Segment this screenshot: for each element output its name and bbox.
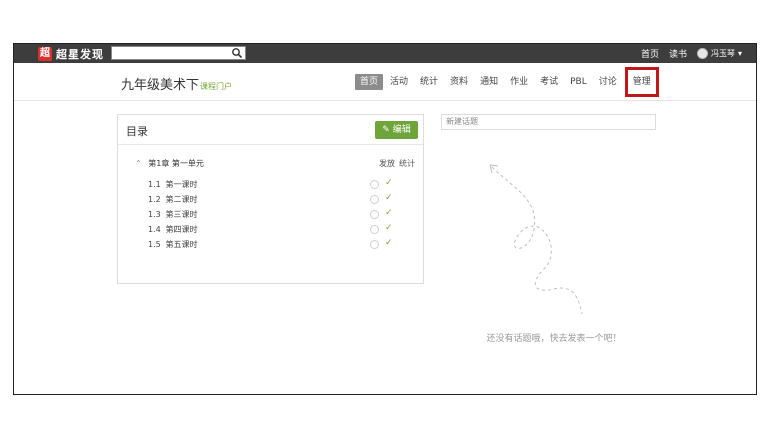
list-item[interactable]: 1.5 第五课时 ✓ bbox=[148, 238, 398, 254]
chevron-up-icon[interactable]: ⌃ bbox=[135, 159, 142, 168]
page-title: 九年级美术下课程门户 bbox=[121, 74, 232, 93]
user-name: 冯玉琴 bbox=[710, 49, 735, 58]
list-item[interactable]: 1.2 第二课时 ✓ bbox=[148, 193, 398, 209]
lesson-number: 1.5 bbox=[148, 240, 161, 249]
tab-materials[interactable]: 资料 bbox=[445, 74, 473, 90]
search-input[interactable] bbox=[111, 46, 246, 60]
avatar bbox=[696, 48, 708, 59]
check-icon: ✓ bbox=[385, 223, 393, 233]
course-title: 九年级美术下 bbox=[121, 78, 200, 93]
empty-state-arrow-icon bbox=[489, 164, 583, 315]
edit-button-label: 编辑 bbox=[392, 125, 411, 135]
tab-statistics[interactable]: 统计 bbox=[415, 74, 443, 90]
list-item[interactable]: 1.3 第三课时 ✓ bbox=[148, 208, 398, 224]
top-navbar: 超 超星发现 首页 读书 冯玉琴 ▾ bbox=[14, 44, 756, 63]
chapter-row[interactable]: ⌃ 第1章 第一单元 bbox=[135, 158, 204, 169]
check-icon: ✓ bbox=[385, 208, 393, 218]
edit-button[interactable]: ✎ 编辑 bbox=[375, 121, 418, 139]
list-item[interactable]: 1.1 第一课时 ✓ bbox=[148, 178, 398, 194]
publish-toggle-icon[interactable] bbox=[370, 240, 379, 249]
publish-toggle-icon[interactable] bbox=[370, 225, 379, 234]
logo-icon: 超 bbox=[38, 46, 52, 61]
course-nav: 首页 活动 统计 资料 通知 作业 考试 PBL 讨论 管理 bbox=[355, 67, 661, 97]
col-publish: 发放 bbox=[379, 159, 395, 168]
publish-toggle-icon[interactable] bbox=[370, 210, 379, 219]
logo[interactable]: 超 超星发现 bbox=[38, 46, 104, 61]
tab-activity[interactable]: 活动 bbox=[385, 74, 413, 90]
lesson-name[interactable]: 第三课时 bbox=[166, 210, 198, 219]
lesson-name[interactable]: 第四课时 bbox=[166, 225, 198, 234]
course-portal-link[interactable]: 课程门户 bbox=[200, 82, 232, 91]
tab-home[interactable]: 首页 bbox=[355, 74, 384, 90]
publish-toggle-icon[interactable] bbox=[370, 180, 379, 189]
catalog-header: 目录 ✎ 编辑 bbox=[118, 115, 423, 145]
lesson-number: 1.4 bbox=[148, 225, 161, 234]
check-icon: ✓ bbox=[385, 178, 393, 188]
catalog-title: 目录 bbox=[126, 125, 148, 138]
top-link-home[interactable]: 首页 bbox=[641, 47, 659, 60]
app-frame: 超 超星发现 首页 读书 冯玉琴 ▾ 九年级美术下课程门户 首页 活动 统计 资… bbox=[13, 43, 757, 395]
tab-notice[interactable]: 通知 bbox=[475, 74, 503, 90]
top-link-reading[interactable]: 读书 bbox=[669, 47, 687, 60]
publish-toggle-icon[interactable] bbox=[370, 195, 379, 204]
check-icon: ✓ bbox=[385, 238, 393, 248]
chapter-title: 第1章 第一单元 bbox=[148, 159, 204, 168]
catalog-panel: 目录 ✎ 编辑 ⌃ 第1章 第一单元 发放 统计 1.1 第一课时 ✓ 1.2 … bbox=[117, 114, 424, 284]
lesson-number: 1.1 bbox=[148, 180, 161, 189]
tab-manage[interactable]: 管理 bbox=[624, 67, 659, 97]
logo-text: 超星发现 bbox=[56, 47, 104, 61]
column-headers: 发放 统计 bbox=[379, 158, 415, 169]
new-topic-input[interactable]: 新建话题 bbox=[441, 114, 656, 130]
tab-discussion[interactable]: 讨论 bbox=[594, 74, 622, 90]
list-item[interactable]: 1.4 第四课时 ✓ bbox=[148, 223, 398, 239]
lesson-name[interactable]: 第五课时 bbox=[166, 240, 198, 249]
user-menu[interactable]: 冯玉琴 ▾ bbox=[696, 48, 742, 59]
lesson-name[interactable]: 第二课时 bbox=[166, 195, 198, 204]
chevron-down-icon: ▾ bbox=[737, 49, 742, 58]
check-icon: ✓ bbox=[385, 193, 393, 203]
lesson-name[interactable]: 第一课时 bbox=[166, 180, 198, 189]
empty-state-text: 还没有话题哦，快去发表一个吧！ bbox=[486, 334, 622, 344]
lesson-list: 1.1 第一课时 ✓ 1.2 第二课时 ✓ 1.3 第三课时 ✓ 1.4 第四课… bbox=[148, 178, 398, 254]
course-header: 九年级美术下课程门户 首页 活动 统计 资料 通知 作业 考试 PBL 讨论 管… bbox=[14, 63, 756, 101]
search-icon[interactable] bbox=[231, 47, 243, 59]
lesson-number: 1.3 bbox=[148, 210, 161, 219]
lesson-number: 1.2 bbox=[148, 195, 161, 204]
tab-homework[interactable]: 作业 bbox=[505, 74, 533, 90]
tab-exam[interactable]: 考试 bbox=[535, 74, 563, 90]
tab-pbl[interactable]: PBL bbox=[565, 74, 592, 90]
pencil-icon: ✎ bbox=[382, 125, 390, 135]
col-stats: 统计 bbox=[399, 159, 415, 168]
